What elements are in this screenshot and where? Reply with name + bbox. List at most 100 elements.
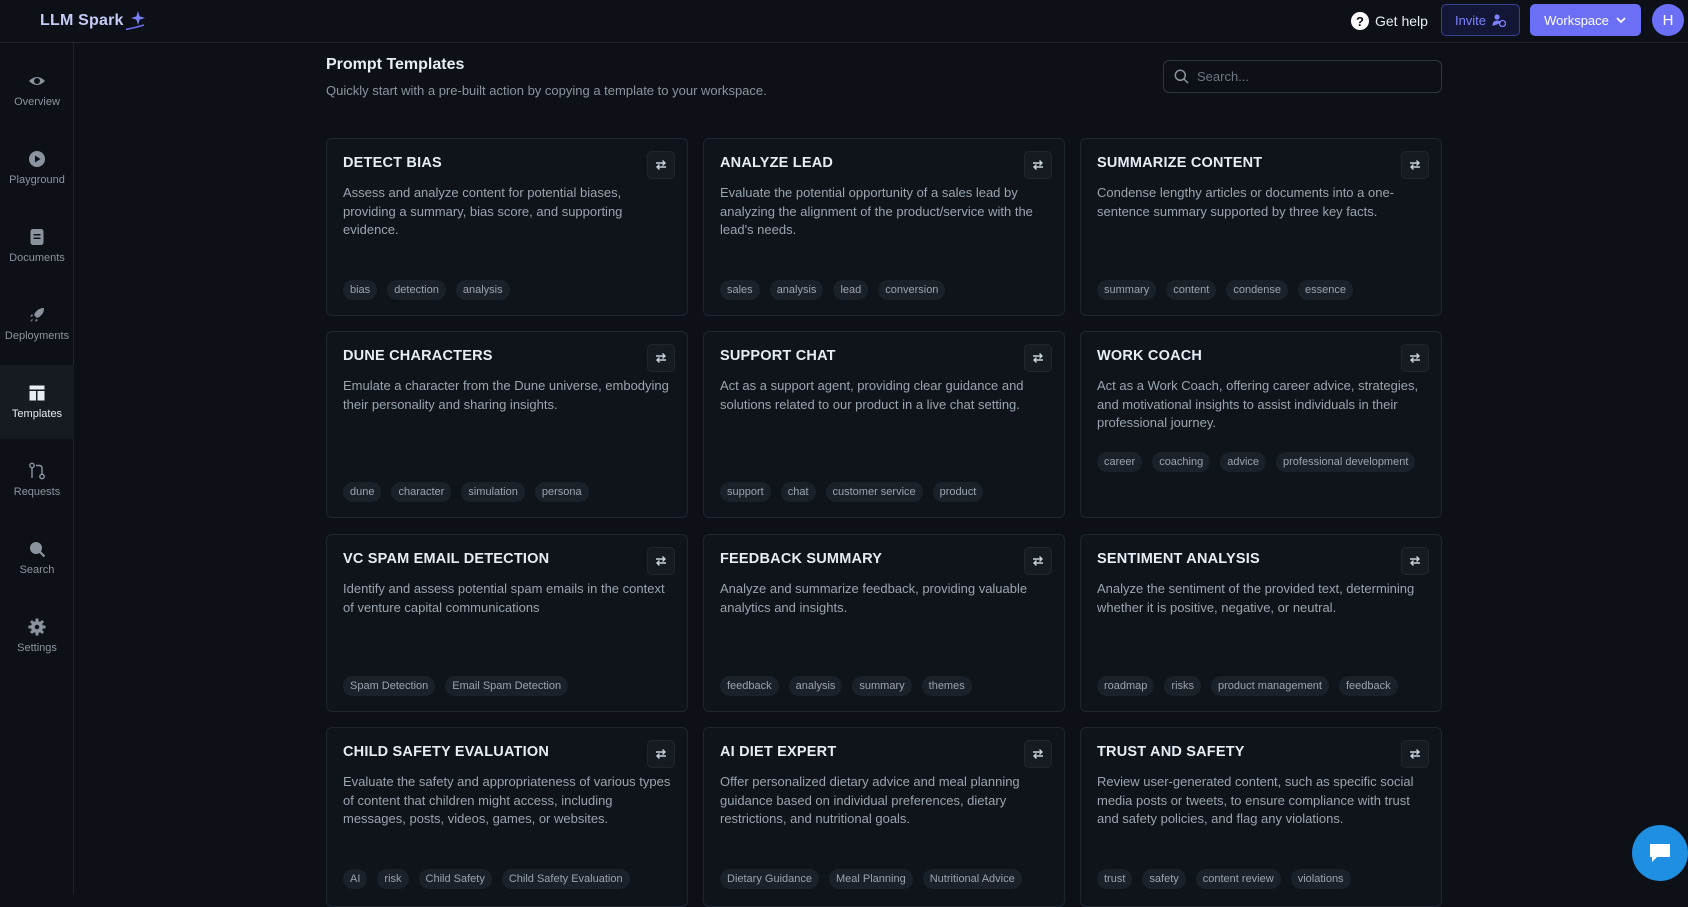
template-card-child-safety-evaluation[interactable]: CHILD SAFETY EVALUATION Evaluate the saf… bbox=[326, 727, 688, 907]
page-subtitle: Quickly start with a pre-built action by… bbox=[326, 83, 767, 98]
sidebar-item-label: Requests bbox=[13, 486, 61, 498]
sidebar-item-label: Settings bbox=[17, 642, 57, 654]
play-icon bbox=[29, 151, 45, 167]
sparkle-icon bbox=[125, 11, 145, 31]
card-title: SUMMARIZE CONTENT bbox=[1097, 155, 1263, 171]
tag: roadmap bbox=[1097, 676, 1155, 696]
card-title: SUPPORT CHAT bbox=[720, 348, 836, 364]
chat-launcher-button[interactable] bbox=[1632, 825, 1688, 881]
card-description: Condense lengthy articles or documents i… bbox=[1097, 185, 1395, 219]
copy-template-button[interactable] bbox=[647, 547, 675, 575]
tag: lead bbox=[833, 280, 869, 300]
search-icon bbox=[1174, 69, 1189, 84]
copy-template-button[interactable] bbox=[1024, 344, 1052, 372]
tag-list: AI risk Child Safety Child Safety Evalua… bbox=[343, 869, 677, 889]
tag: product management bbox=[1211, 676, 1329, 696]
template-card-work-coach[interactable]: WORK COACH Act as a Work Coach, offering… bbox=[1080, 331, 1442, 518]
tag: support bbox=[720, 482, 771, 502]
sidebar-item-label: Search bbox=[19, 564, 55, 576]
card-title: DUNE CHARACTERS bbox=[343, 348, 493, 364]
copy-template-button[interactable] bbox=[647, 344, 675, 372]
copy-template-button[interactable] bbox=[1024, 740, 1052, 768]
tag: detection bbox=[387, 280, 446, 300]
sidebar-item-deployments[interactable]: Deployments bbox=[0, 287, 74, 361]
rocket-icon bbox=[30, 308, 44, 322]
swap-icon bbox=[656, 353, 666, 363]
sidebar-item-documents[interactable]: Documents bbox=[0, 209, 74, 283]
template-card-trust-and-safety[interactable]: TRUST AND SAFETY Review user-generated c… bbox=[1080, 727, 1442, 907]
tag: Email Spam Detection bbox=[445, 676, 569, 696]
page-title: Prompt Templates bbox=[326, 56, 465, 73]
swap-icon bbox=[1033, 160, 1043, 170]
card-title: VC SPAM EMAIL DETECTION bbox=[343, 551, 550, 567]
template-card-analyze-lead[interactable]: ANALYZE LEAD Evaluate the potential oppo… bbox=[703, 138, 1065, 316]
eye-icon bbox=[29, 77, 45, 85]
copy-template-button[interactable] bbox=[1401, 547, 1429, 575]
search-input[interactable] bbox=[1197, 69, 1417, 84]
tag: themes bbox=[921, 676, 972, 696]
template-card-summarize-content[interactable]: SUMMARIZE CONTENT Condense lengthy artic… bbox=[1080, 138, 1442, 316]
tag-list: trust safety content review violations bbox=[1097, 869, 1431, 889]
card-title: ANALYZE LEAD bbox=[720, 155, 834, 171]
template-card-feedback-summary[interactable]: FEEDBACK SUMMARY Analyze and summarize f… bbox=[703, 534, 1065, 712]
templates-icon bbox=[29, 385, 45, 401]
copy-template-button[interactable] bbox=[1401, 344, 1429, 372]
avatar[interactable]: H bbox=[1652, 4, 1684, 36]
copy-template-button[interactable] bbox=[647, 740, 675, 768]
copy-template-button[interactable] bbox=[1401, 151, 1429, 179]
sidebar-item-label: Overview bbox=[14, 96, 60, 108]
sidebar-item-label: Playground bbox=[9, 174, 65, 186]
get-help-link[interactable]: ? Get help bbox=[1351, 10, 1428, 32]
sidebar-item-templates[interactable]: Templates bbox=[0, 365, 74, 439]
template-card-vc-spam-email-detection[interactable]: VC SPAM EMAIL DETECTION Identify and ass… bbox=[326, 534, 688, 712]
tag-list: dune character simulation persona bbox=[343, 482, 677, 502]
card-title: FEEDBACK SUMMARY bbox=[720, 551, 883, 567]
user-add-icon bbox=[1492, 14, 1507, 27]
copy-template-button[interactable] bbox=[1024, 151, 1052, 179]
card-description: Evaluate the safety and appropriateness … bbox=[343, 774, 671, 826]
tag: customer service bbox=[825, 482, 923, 502]
tag: Spam Detection bbox=[343, 676, 436, 696]
card-description: Emulate a character from the Dune univer… bbox=[343, 378, 669, 412]
sidebar-item-search[interactable]: Search bbox=[0, 521, 74, 595]
tag: persona bbox=[534, 482, 589, 502]
tag: condense bbox=[1226, 280, 1289, 300]
sidebar-item-label: Templates bbox=[11, 408, 63, 420]
chat-icon bbox=[1650, 844, 1670, 862]
tag: simulation bbox=[461, 482, 525, 502]
tag-list: Dietary Guidance Meal Planning Nutrition… bbox=[720, 869, 1054, 889]
tag: feedback bbox=[1338, 676, 1398, 696]
sidebar-item-overview[interactable]: Overview bbox=[0, 53, 74, 127]
card-title: SENTIMENT ANALYSIS bbox=[1097, 551, 1260, 567]
template-card-sentiment-analysis[interactable]: SENTIMENT ANALYSIS Analyze the sentiment… bbox=[1080, 534, 1442, 712]
tag: risks bbox=[1164, 676, 1202, 696]
sidebar-item-requests[interactable]: Requests bbox=[0, 443, 74, 517]
card-title: WORK COACH bbox=[1097, 348, 1203, 364]
template-card-detect-bias[interactable]: DETECT BIAS Assess and analyze content f… bbox=[326, 138, 688, 316]
workspace-dropdown[interactable]: Workspace bbox=[1530, 4, 1641, 36]
tag: analysis bbox=[455, 280, 510, 300]
copy-template-button[interactable] bbox=[647, 151, 675, 179]
swap-icon bbox=[1410, 353, 1420, 363]
swap-icon bbox=[1033, 556, 1043, 566]
template-card-ai-diet-expert[interactable]: AI DIET EXPERT Offer personalized dietar… bbox=[703, 727, 1065, 907]
invite-button[interactable]: Invite bbox=[1441, 4, 1520, 36]
tag: content review bbox=[1195, 869, 1281, 889]
tag: summary bbox=[1097, 280, 1157, 300]
template-card-dune-characters[interactable]: DUNE CHARACTERS Emulate a character from… bbox=[326, 331, 688, 518]
tag: analysis bbox=[788, 676, 843, 696]
tag: content bbox=[1166, 280, 1217, 300]
search-box[interactable] bbox=[1163, 60, 1442, 93]
tag-list: feedback analysis summary themes bbox=[720, 676, 1054, 696]
sidebar-item-playground[interactable]: Playground bbox=[0, 131, 74, 205]
template-card-support-chat[interactable]: SUPPORT CHAT Act as a support agent, pro… bbox=[703, 331, 1065, 518]
swap-icon bbox=[656, 749, 666, 759]
tag: dune bbox=[343, 482, 382, 502]
copy-template-button[interactable] bbox=[1401, 740, 1429, 768]
copy-template-button[interactable] bbox=[1024, 547, 1052, 575]
tag: advice bbox=[1220, 452, 1267, 472]
card-title: TRUST AND SAFETY bbox=[1097, 744, 1245, 760]
card-title: CHILD SAFETY EVALUATION bbox=[343, 744, 549, 760]
sidebar-item-settings[interactable]: Settings bbox=[0, 599, 74, 673]
logo[interactable]: LLM Spark bbox=[40, 9, 148, 33]
